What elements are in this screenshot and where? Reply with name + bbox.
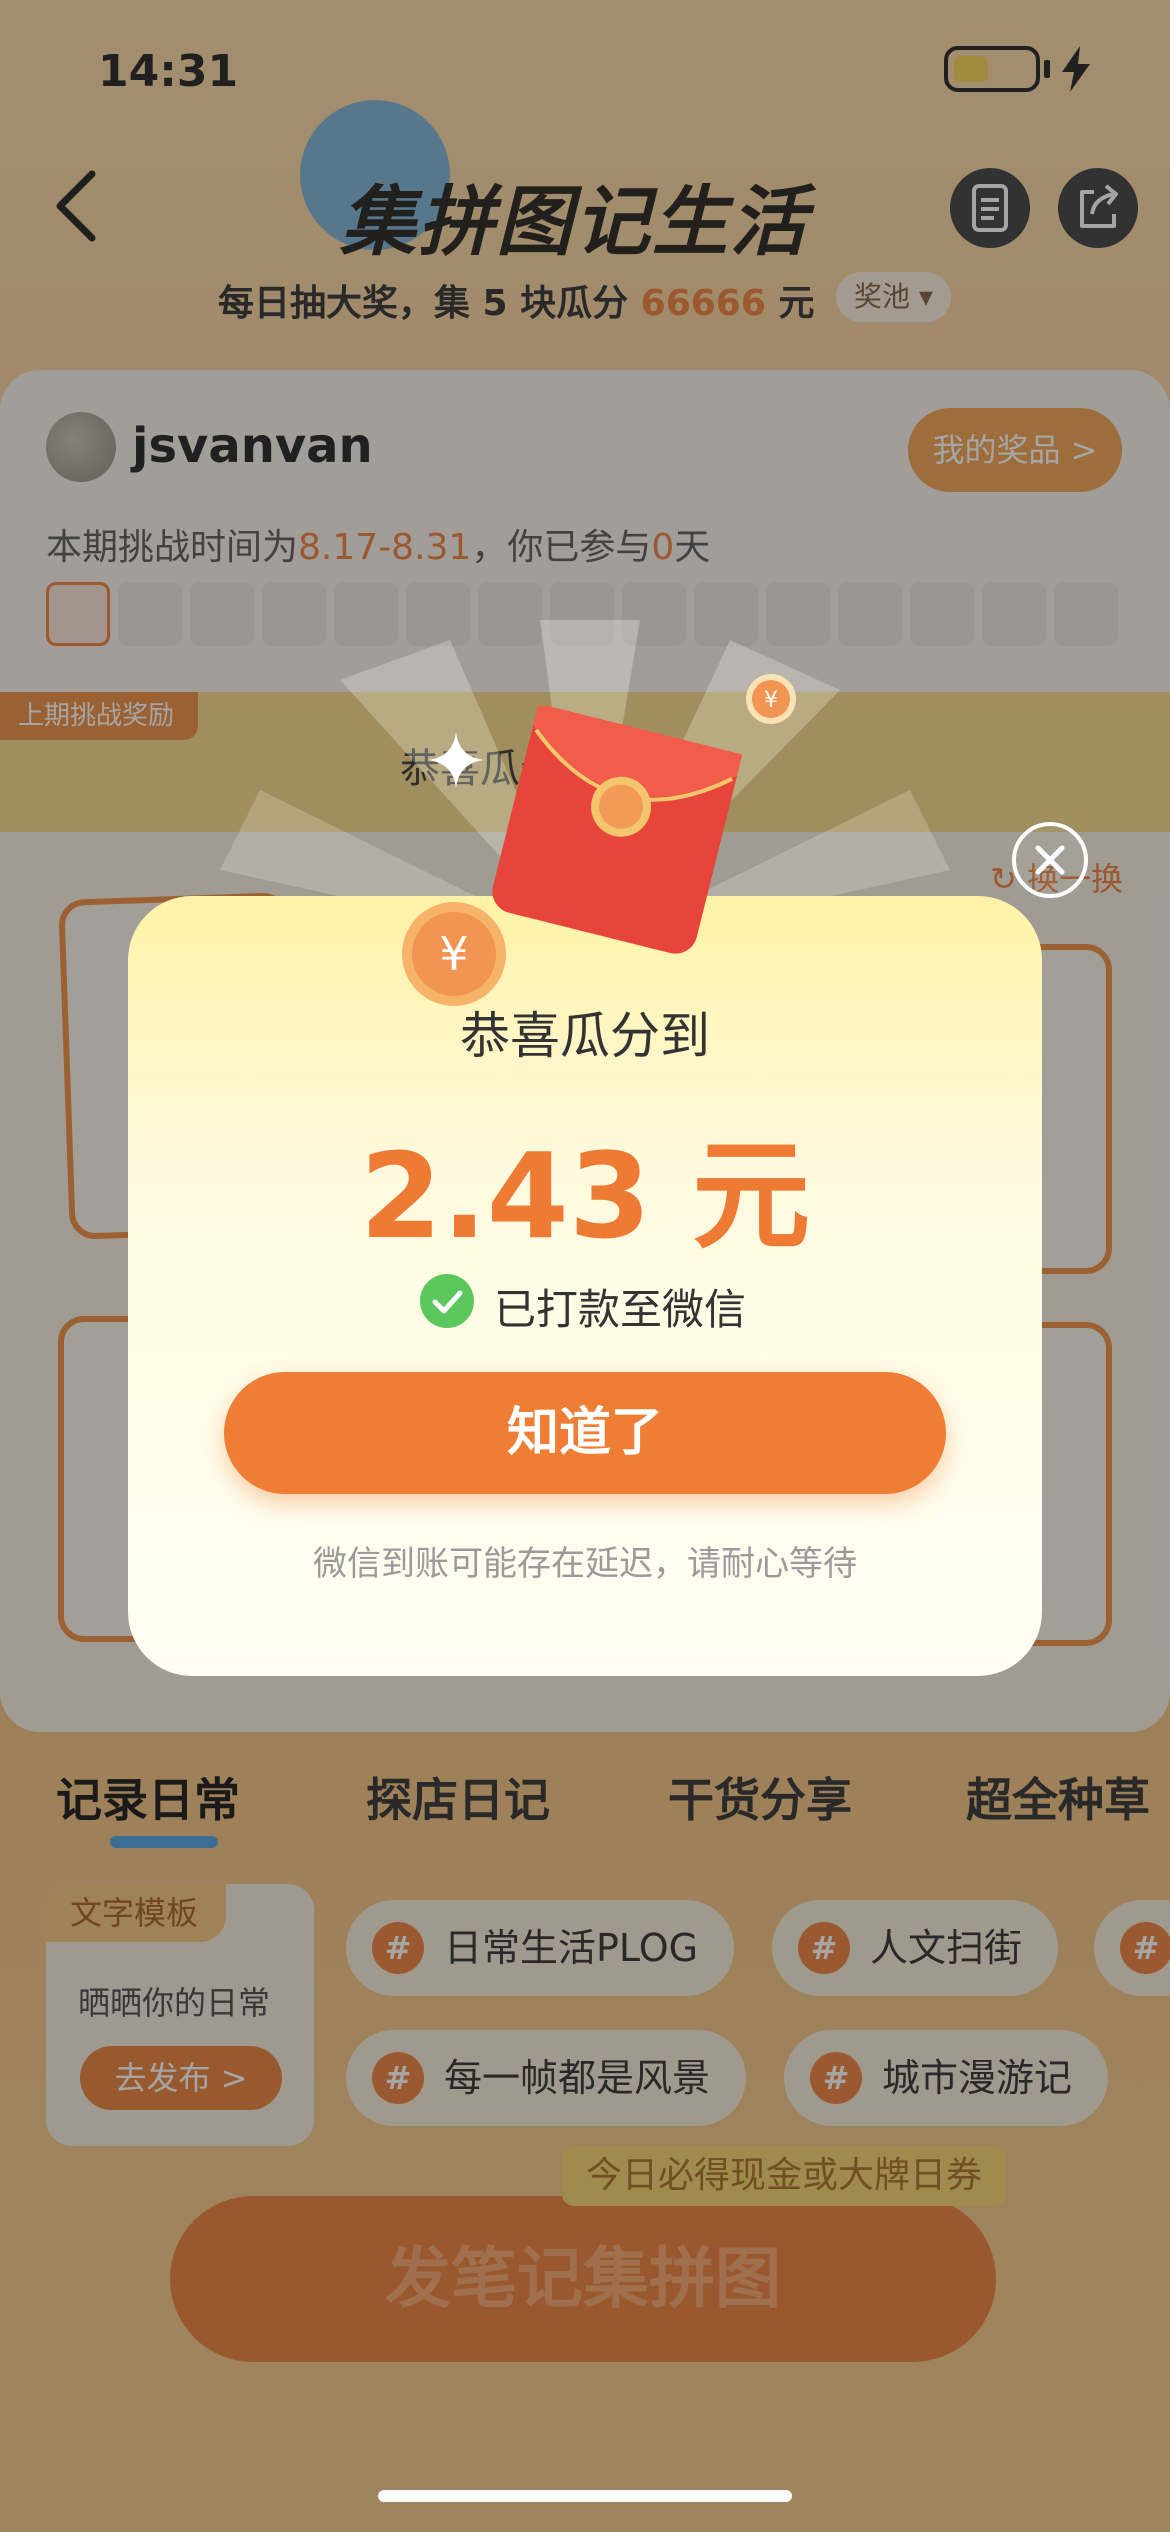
red-envelope-icon <box>492 706 743 954</box>
yuan-coin-icon: ¥ <box>402 902 506 1006</box>
payment-status-text: 已打款至微信 <box>494 1285 747 1334</box>
close-icon[interactable] <box>1012 822 1088 898</box>
modal-title: 恭喜瓜分到 <box>460 1007 710 1065</box>
delay-note: 微信到账可能存在延迟，请耐心等待 <box>313 1544 857 1584</box>
got-it-button[interactable]: 知道了 <box>224 1372 946 1494</box>
yuan-coin-small-icon: ¥ <box>746 674 796 724</box>
home-indicator[interactable] <box>378 2490 792 2502</box>
app-page: 14:31 集拼图记生活 每日抽大奖，集 5 块瓜分 66666 元 奖池 ▾ <box>0 0 1170 2532</box>
check-circle-icon <box>420 1274 474 1328</box>
svg-text:¥: ¥ <box>439 927 468 981</box>
sparkle-icon <box>428 732 484 788</box>
svg-text:¥: ¥ <box>764 688 778 713</box>
reward-amount: 2.43 元 <box>359 1127 811 1265</box>
